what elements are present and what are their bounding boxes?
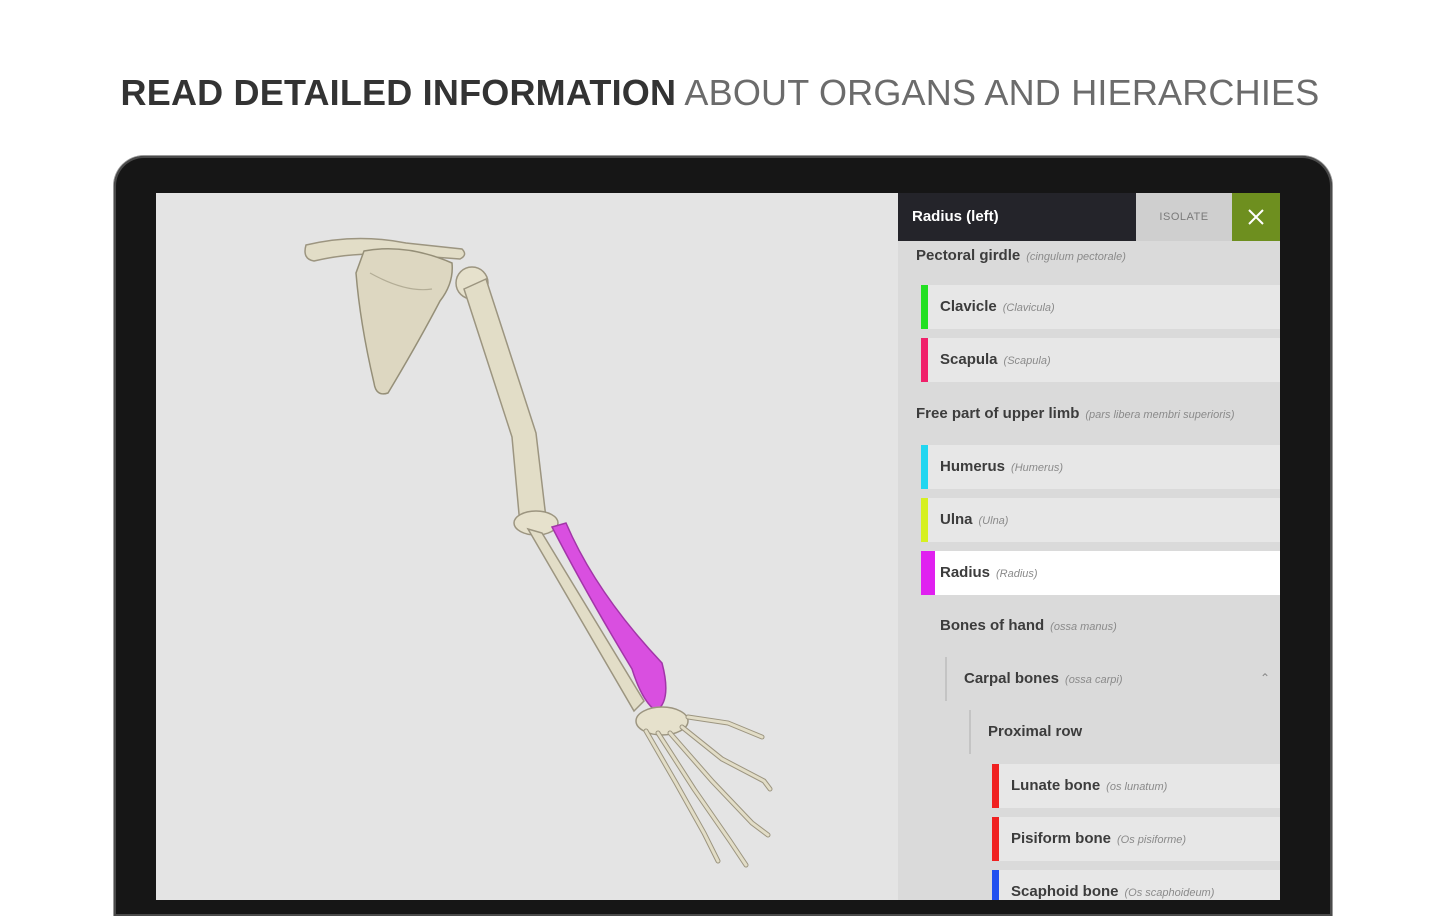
group-latin: (ossa manus)	[1050, 621, 1117, 633]
color-swatch	[921, 551, 935, 595]
tree-line	[969, 710, 971, 754]
group-label: Proximal row	[988, 723, 1083, 740]
color-swatch	[921, 445, 928, 489]
list-item-scaphoid-bone[interactable]: Scaphoid bone (Os scaphoideum)	[992, 870, 1280, 900]
item-label: Scaphoid bone	[1011, 883, 1119, 900]
item-latin: (Ulna)	[978, 515, 1009, 527]
item-latin: (Radius)	[996, 568, 1038, 580]
headline-bold: READ DETAILED INFORMATION	[120, 72, 677, 113]
group-bones-of-hand[interactable]: Bones of hand (ossa manus)	[940, 617, 1117, 634]
item-label: Ulna	[940, 511, 973, 528]
tree-line	[945, 657, 947, 701]
group-pectoral-girdle[interactable]: Pectoral girdle (cingulum pectorale)	[916, 247, 1126, 264]
item-label: Humerus	[940, 458, 1006, 475]
close-icon	[1248, 209, 1264, 225]
humerus-bone[interactable]	[463, 277, 547, 526]
group-latin: (ossa carpi)	[1065, 674, 1123, 686]
list-item-lunate-bone[interactable]: Lunate bone (os lunatum)	[992, 764, 1280, 808]
item-latin: (Scapula)	[1003, 355, 1051, 367]
list-item-radius[interactable]: Radius (Radius)	[921, 551, 1280, 595]
list-item-humerus[interactable]: Humerus (Humerus)	[921, 445, 1280, 489]
color-swatch	[992, 817, 999, 861]
scapula-bone[interactable]	[355, 247, 453, 395]
item-label: Radius	[940, 564, 991, 581]
item-latin: (Clavicula)	[1002, 302, 1055, 314]
group-latin: (pars libera membri superioris)	[1085, 409, 1235, 421]
headline: READ DETAILED INFORMATION ABOUT ORGANS A…	[0, 72, 1440, 114]
group-label: Pectoral girdle	[916, 247, 1021, 264]
list-item-scapula[interactable]: Scapula (Scapula)	[921, 338, 1280, 382]
group-latin: (cingulum pectorale)	[1026, 251, 1126, 263]
list-item-clavicle[interactable]: Clavicle (Clavicula)	[921, 285, 1280, 329]
item-latin: (Os pisiforme)	[1117, 834, 1187, 846]
group-free-part-upper-limb[interactable]: Free part of upper limb (pars libera memb…	[916, 405, 1235, 422]
item-latin: (Humerus)	[1011, 462, 1063, 474]
color-swatch	[921, 338, 928, 382]
chevron-up-icon[interactable]: ⌃	[1260, 671, 1270, 685]
headline-light: ABOUT ORGANS AND HIERARCHIES	[684, 72, 1320, 113]
app-screen: Radius (left) ISOLATE Pectoral girdle (ci…	[156, 193, 1280, 900]
item-label: Scapula	[940, 351, 998, 368]
radius-bone[interactable]	[550, 522, 667, 712]
group-proximal-row[interactable]: Proximal row	[988, 723, 1082, 740]
ulna-bone[interactable]	[526, 527, 645, 713]
group-label: Bones of hand	[940, 617, 1045, 634]
selected-organ-title: Radius (left)	[898, 193, 1136, 241]
close-button[interactable]	[1232, 193, 1280, 241]
color-swatch	[921, 285, 928, 329]
group-label: Carpal bones	[964, 670, 1060, 687]
color-swatch	[992, 764, 999, 808]
color-swatch	[921, 498, 928, 542]
group-label: Free part of upper limb	[916, 405, 1080, 422]
info-panel: Radius (left) ISOLATE Pectoral girdle (ci…	[898, 193, 1280, 900]
color-swatch	[992, 870, 999, 900]
panel-header: Radius (left) ISOLATE	[898, 193, 1280, 241]
isolate-button[interactable]: ISOLATE	[1136, 193, 1232, 241]
item-latin: (os lunatum)	[1106, 781, 1168, 793]
group-carpal-bones[interactable]: Carpal bones (ossa carpi)	[964, 670, 1123, 687]
arm-skeleton-model[interactable]	[156, 193, 898, 900]
item-label: Pisiform bone	[1011, 830, 1112, 847]
list-item-pisiform-bone[interactable]: Pisiform bone (Os pisiforme)	[992, 817, 1280, 861]
list-item-ulna[interactable]: Ulna (Ulna)	[921, 498, 1280, 542]
3d-viewport[interactable]	[156, 193, 898, 900]
item-latin: (Os scaphoideum)	[1124, 887, 1215, 899]
item-label: Clavicle	[940, 298, 997, 315]
item-label: Lunate bone	[1011, 777, 1101, 794]
